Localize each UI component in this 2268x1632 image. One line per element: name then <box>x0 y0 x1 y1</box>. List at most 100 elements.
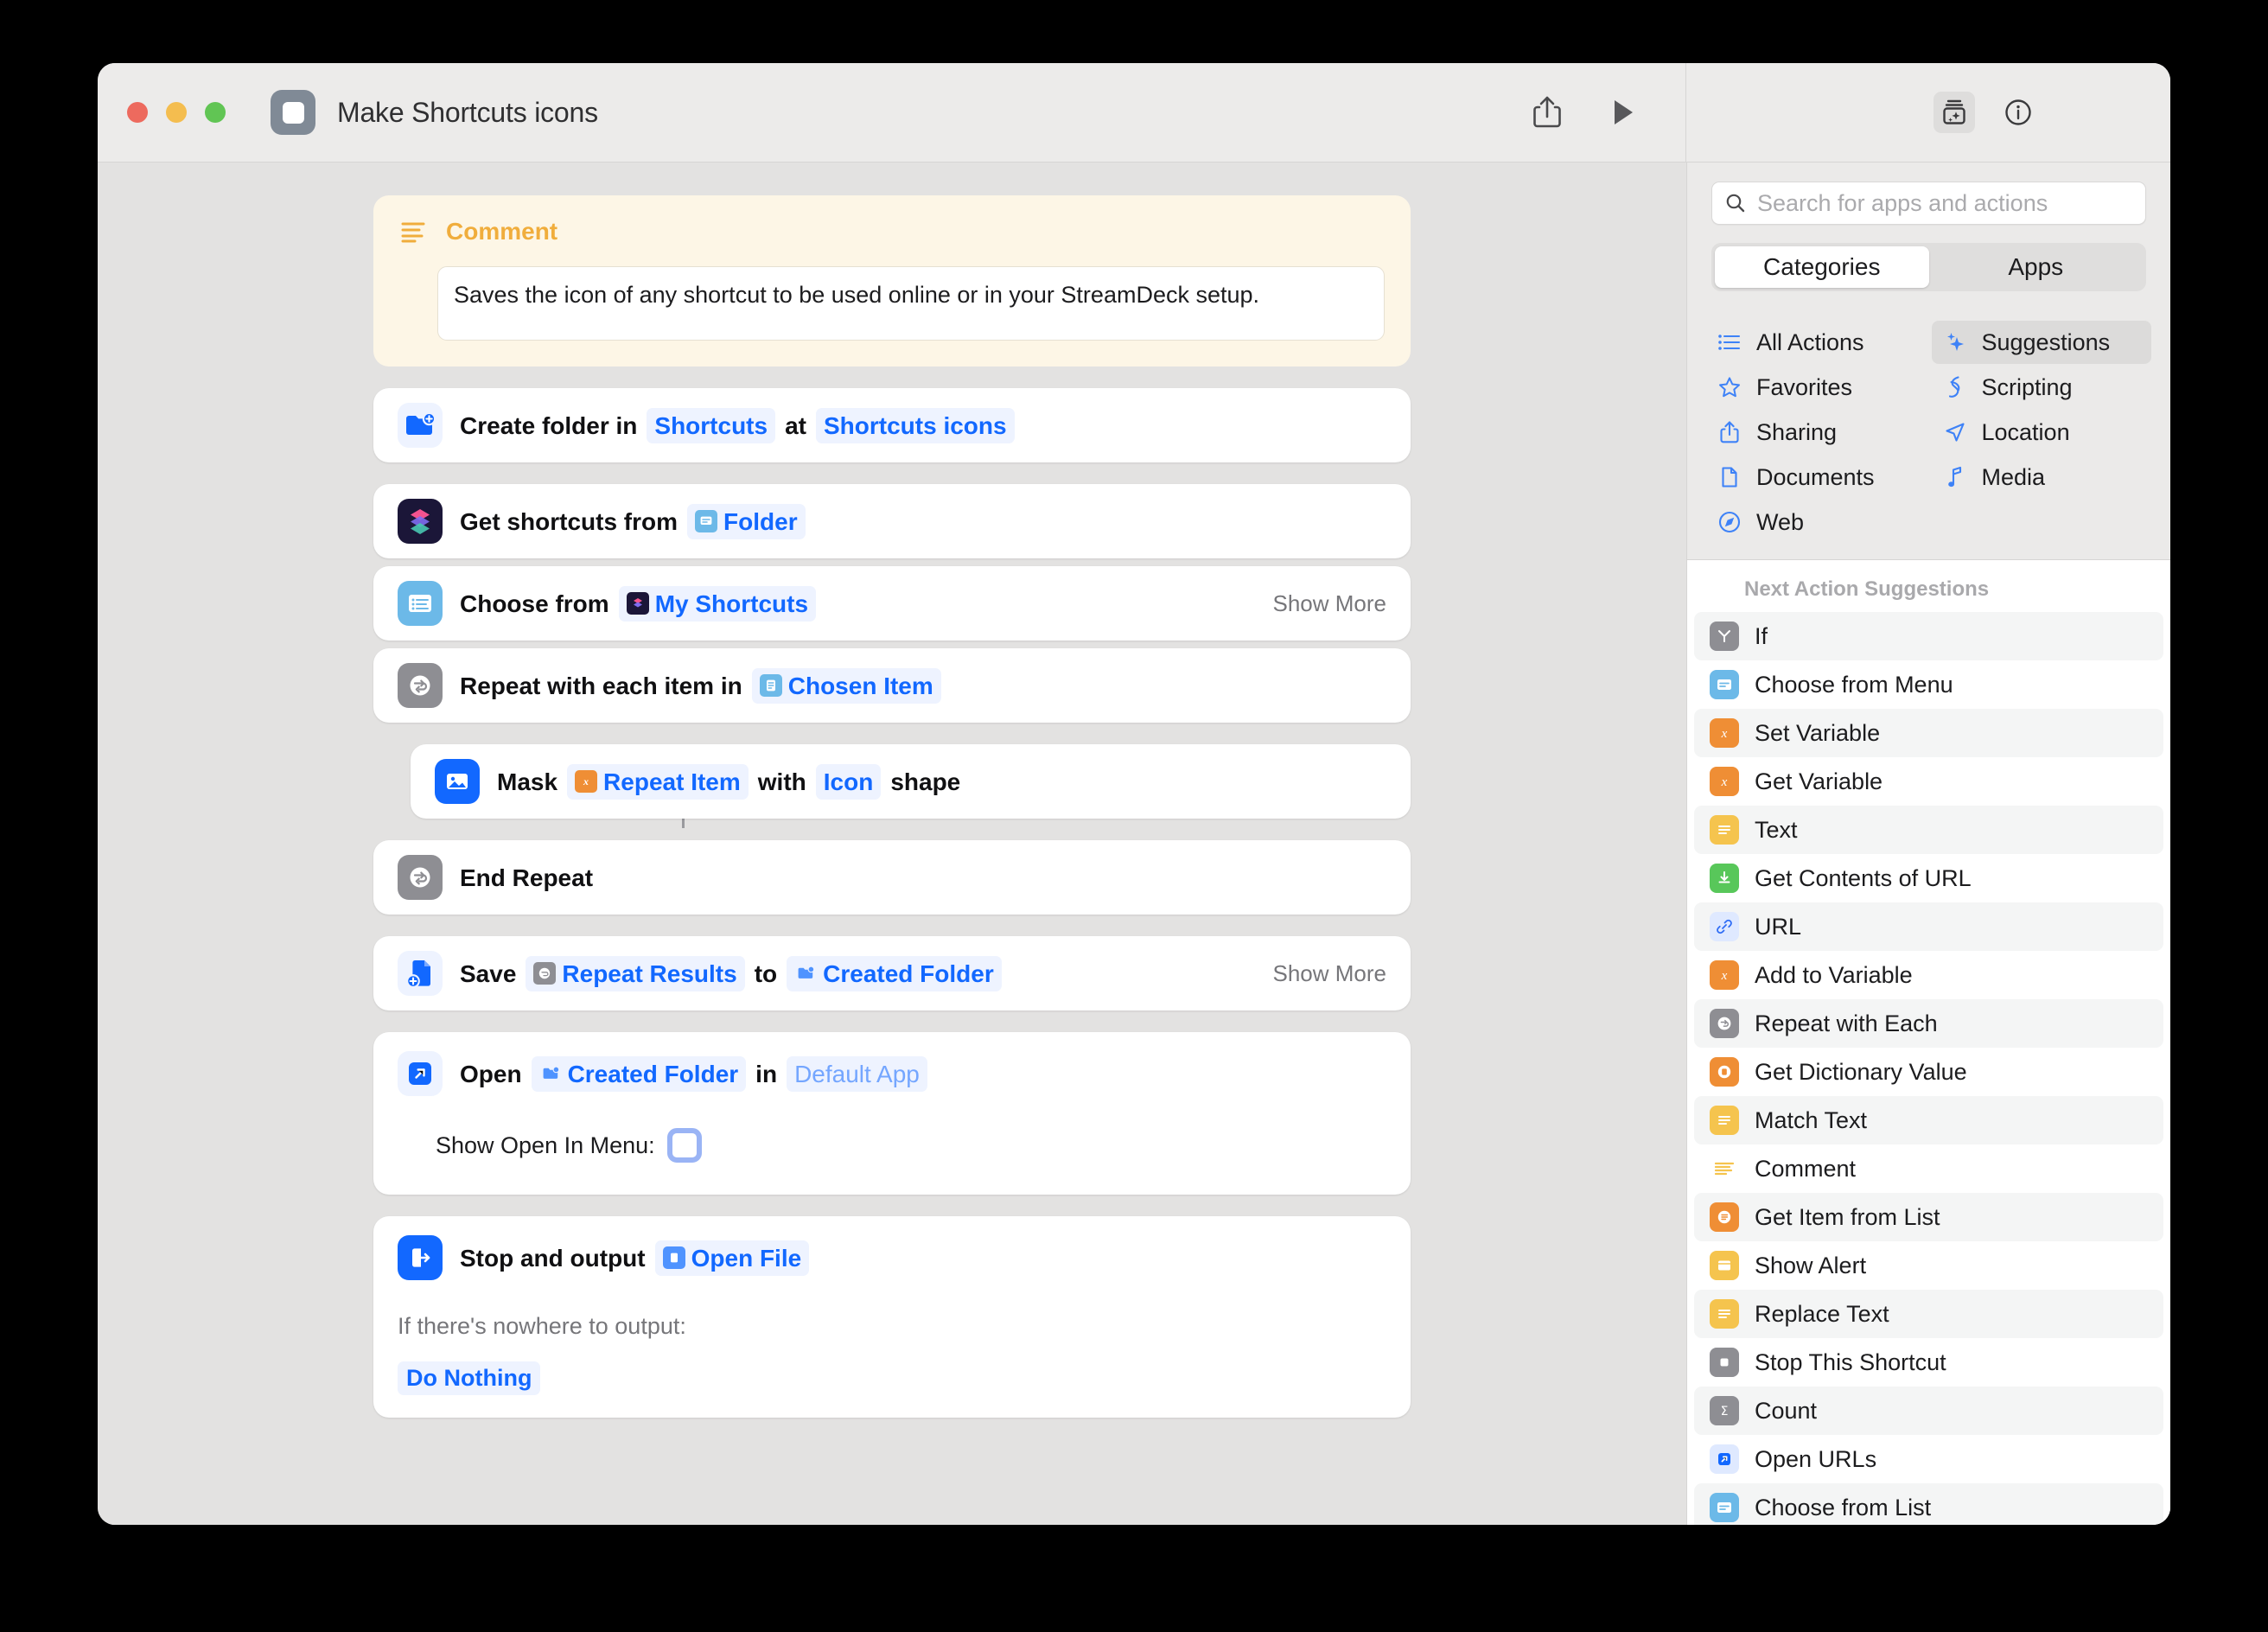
svg-text:Σ: Σ <box>1721 1405 1729 1418</box>
category-media[interactable]: Media <box>1932 456 2152 499</box>
suggestion-if[interactable]: If <box>1694 612 2163 660</box>
suggestion-url[interactable]: URL <box>1694 902 2163 951</box>
suggestion-count[interactable]: Σ Count <box>1694 1387 2163 1435</box>
show-more-button[interactable]: Show More <box>1273 960 1387 987</box>
stop-square-glyph <box>1720 1358 1729 1367</box>
suggestion-get-contents-of-url[interactable]: Get Contents of URL <box>1694 854 2163 902</box>
category-suggestions[interactable]: Suggestions <box>1931 321 2151 364</box>
show-more-button[interactable]: Show More <box>1273 590 1387 617</box>
action-stop-and-output[interactable]: Stop and output Open File If there's now… <box>373 1216 1411 1418</box>
search-icon <box>1726 194 1745 213</box>
share-button[interactable] <box>1526 92 1568 133</box>
suggestion-label: If <box>1755 622 1768 649</box>
param-token-repeat-results[interactable]: Repeat Results <box>526 955 745 991</box>
action-row: Choose from My Shortcuts Show More <box>373 566 1411 641</box>
suggestions-list[interactable]: Next Action Suggestions If Choose from M… <box>1687 560 2170 1525</box>
suggestion-choose-from-list[interactable]: Choose from List <box>1694 1483 2163 1525</box>
suggestion-label: Show Alert <box>1755 1252 1867 1278</box>
category-label: Scripting <box>1981 373 2073 400</box>
choose-menu-icon <box>1710 670 1739 699</box>
close-button[interactable] <box>127 102 148 123</box>
run-button[interactable] <box>1602 92 1644 133</box>
category-web[interactable]: Web <box>1706 500 1927 544</box>
suggestion-stop-this-shortcut[interactable]: Stop This Shortcut <box>1694 1338 2163 1387</box>
suggestion-label: Get Contents of URL <box>1755 864 1972 891</box>
alert-window-glyph <box>1718 1260 1730 1271</box>
suggestion-replace-text[interactable]: Replace Text <box>1694 1290 2163 1338</box>
category-scripting[interactable]: Scripting <box>1932 366 2152 409</box>
info-button[interactable] <box>1997 92 2039 133</box>
suggestion-label: Repeat with Each <box>1755 1010 1938 1036</box>
do-nothing-option[interactable]: Do Nothing <box>398 1361 541 1395</box>
zoom-button[interactable] <box>205 102 226 123</box>
suggestion-set-variable[interactable]: x Set Variable <box>1694 709 2163 757</box>
shortcut-glyph-icon[interactable] <box>271 90 315 135</box>
category-all-actions[interactable]: All Actions <box>1706 321 1927 364</box>
action-save-file[interactable]: Save Repeat Results to Created Folder Sh… <box>373 936 1411 1010</box>
param-token-shortcuts[interactable]: Shortcuts <box>647 407 776 443</box>
param-token-created-folder[interactable]: Created Folder <box>787 955 1002 991</box>
action-row: Create folder in Shortcuts at Shortcuts … <box>373 388 1411 462</box>
suggestion-match-text[interactable]: Match Text <box>1694 1096 2163 1144</box>
variable-token-icon: x <box>575 770 598 793</box>
action-end-repeat[interactable]: End Repeat <box>373 840 1411 915</box>
tab-categories[interactable]: Categories <box>1715 246 1929 288</box>
image-mask-icon <box>435 759 480 804</box>
param-token-repeat-item[interactable]: x Repeat Item <box>567 763 749 800</box>
category-location[interactable]: Location <box>1932 411 2152 454</box>
repeat-glyph <box>1717 1017 1731 1030</box>
param-token-folder[interactable]: Folder <box>687 503 806 539</box>
param-token-open-file[interactable]: Open File <box>654 1240 810 1276</box>
menu-token-glyph <box>700 516 712 525</box>
text-lines-glyph <box>1718 1310 1730 1318</box>
action-row: Save Repeat Results to Created Folder Sh… <box>373 936 1411 1010</box>
traffic-lights[interactable] <box>127 102 226 123</box>
action-text: Create folder in Shortcuts at Shortcuts … <box>460 407 1024 443</box>
info-icon <box>2005 99 2031 125</box>
suggestion-choose-from-menu[interactable]: Choose from Menu <box>1694 660 2163 709</box>
comment-text-field[interactable]: Saves the icon of any shortcut to be use… <box>437 266 1385 341</box>
param-token-folder-name[interactable]: Shortcuts icons <box>815 407 1015 443</box>
minimize-button[interactable] <box>166 102 187 123</box>
search-input[interactable]: Search for apps and actions <box>1711 182 2146 225</box>
suggestion-add-to-variable[interactable]: x Add to Variable <box>1694 951 2163 999</box>
folder-add-glyph <box>406 412 436 435</box>
suggestion-get-variable[interactable]: x Get Variable <box>1694 757 2163 806</box>
category-favorites[interactable]: Favorites <box>1706 366 1927 409</box>
suggestion-text[interactable]: Text <box>1694 806 2163 854</box>
open-arrow-glyph <box>1718 1453 1730 1465</box>
action-mask-image[interactable]: Mask x Repeat Item with Icon shape <box>411 744 1411 819</box>
choose-from-menu-icon <box>398 581 443 626</box>
token-label: Icon <box>823 768 874 795</box>
action-library-button[interactable] <box>1934 92 1975 133</box>
action-choose-from[interactable]: Choose from My Shortcuts Show More <box>373 566 1411 641</box>
suggestion-get-dictionary-value[interactable]: Get Dictionary Value <box>1694 1048 2163 1096</box>
open-arrow-icon <box>398 1051 443 1096</box>
token-label: My Shortcuts <box>654 590 809 617</box>
param-token-icon-shape[interactable]: Icon <box>815 763 882 800</box>
svg-text:x: x <box>1721 969 1728 983</box>
suggestion-get-item-from-list[interactable]: Get Item from List <box>1694 1193 2163 1241</box>
download-icon <box>1710 864 1739 893</box>
param-token-my-shortcuts[interactable]: My Shortcuts <box>618 585 817 622</box>
param-token-created-folder[interactable]: Created Folder <box>531 1055 747 1092</box>
action-open-file[interactable]: Open Created Folder in Default App Show … <box>373 1032 1411 1195</box>
shortcut-canvas[interactable]: Comment Saves the icon of any shortcut t… <box>98 163 1686 1525</box>
action-get-shortcuts-from[interactable]: Get shortcuts from Folder <box>373 484 1411 558</box>
action-repeat-with-each[interactable]: Repeat with each item in Chosen Item <box>373 648 1411 723</box>
suggestion-open-urls[interactable]: Open URLs <box>1694 1435 2163 1483</box>
suggestion-repeat-with-each[interactable]: Repeat with Each <box>1694 999 2163 1048</box>
suggestion-comment[interactable]: Comment <box>1694 1144 2163 1193</box>
param-token-default-app[interactable]: Default App <box>787 1055 927 1092</box>
comment-action-card[interactable]: Comment Saves the icon of any shortcut t… <box>373 195 1411 367</box>
suggestion-show-alert[interactable]: Show Alert <box>1694 1241 2163 1290</box>
category-sharing[interactable]: Sharing <box>1706 411 1927 454</box>
tab-apps[interactable]: Apps <box>1929 246 2144 288</box>
action-create-folder[interactable]: Create folder in Shortcuts at Shortcuts … <box>373 388 1411 462</box>
show-open-in-menu-toggle[interactable] <box>666 1128 702 1163</box>
category-documents[interactable]: Documents <box>1706 456 1927 499</box>
sparkles-icon <box>1942 330 1968 354</box>
param-token-chosen-item[interactable]: Chosen Item <box>751 667 941 704</box>
action-library-sidebar: Search for apps and actions Categories A… <box>1686 163 2170 1525</box>
action-trailing-word: shape <box>890 768 961 795</box>
